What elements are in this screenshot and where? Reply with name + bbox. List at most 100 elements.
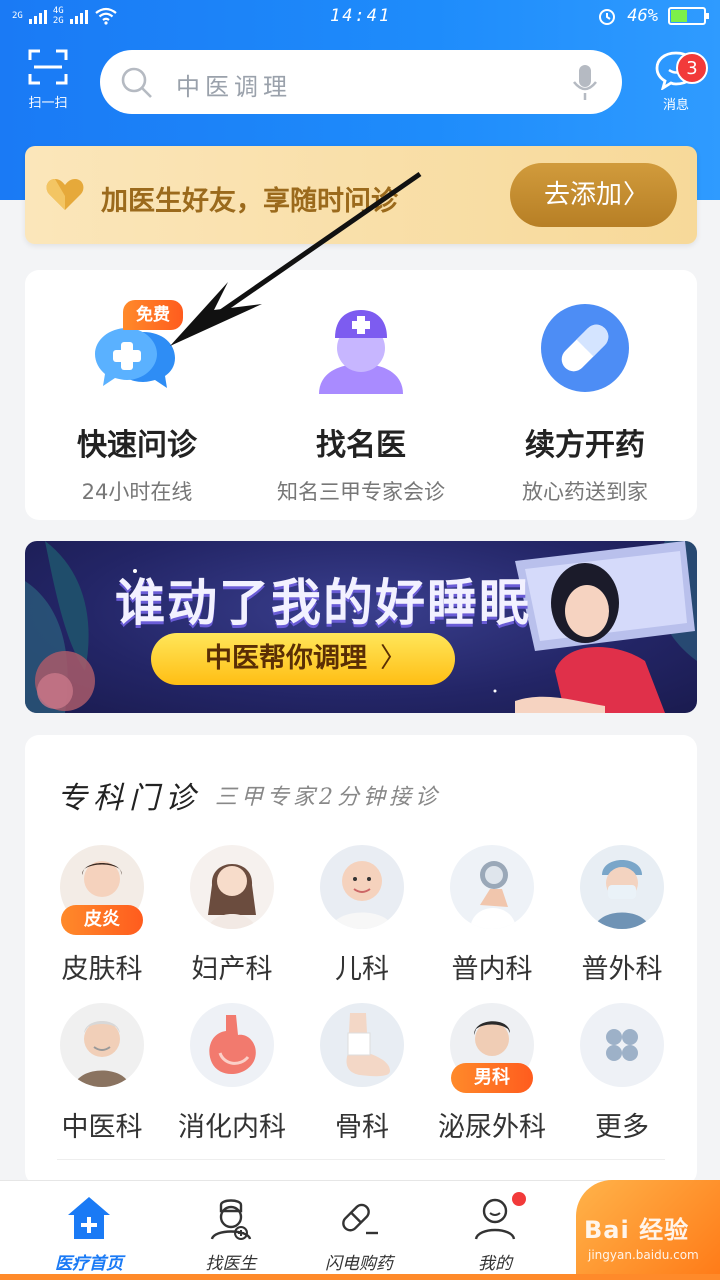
wifi-icon <box>95 7 117 25</box>
tab-find-doctor-label: 找医生 <box>205 1254 257 1274</box>
dept-urology[interactable]: 男科 泌尿外科 <box>427 1003 557 1144</box>
add-doctor-friend-banner[interactable]: 加医生好友，享随时问诊 去添加 〉 <box>25 146 697 244</box>
home-icon <box>68 1197 110 1239</box>
refill-prescription-service[interactable]: 续方开药 放心药送到家 <box>473 298 697 506</box>
stethoscope-photo-icon <box>470 861 516 929</box>
surgeon-photo-icon <box>594 860 650 929</box>
add-friend-button[interactable]: 去添加 〉 <box>510 163 677 227</box>
clinics-subtitle: 三甲专家2分钟接诊 <box>215 785 441 810</box>
promo-headline: 谁动了我的好睡眠 <box>115 574 531 632</box>
dermatitis-tag: 皮炎 <box>61 905 143 935</box>
dept-general-surgery[interactable]: 普外科 <box>557 845 687 986</box>
quick-consult-title: 快速问诊 <box>77 428 197 463</box>
pill-icon <box>541 304 629 392</box>
signal-icon <box>28 8 47 24</box>
tab-find-doctor[interactable]: 找医生 <box>176 1195 286 1274</box>
alarm-icon <box>599 9 616 25</box>
chevron-right-icon: 〉 <box>380 643 407 674</box>
battery-icon <box>668 7 709 25</box>
search-placeholder: 中医调理 <box>176 73 292 101</box>
dept-tcm[interactable]: 中医科 <box>37 1003 167 1144</box>
user-icon <box>474 1198 516 1240</box>
woman-photo-icon <box>208 864 256 929</box>
battery-percent: 46% <box>627 6 658 26</box>
tab-quick-pharmacy[interactable]: 闪电购药 <box>304 1195 414 1274</box>
elderly-doctor-photo-icon <box>74 1021 130 1087</box>
sleep-promo-banner[interactable]: 谁动了我的好睡眠 中医帮你调理 〉 <box>25 541 697 713</box>
network-type-2: 4G <box>52 6 64 16</box>
watermark-url: jingyan.baidu.com <box>588 1248 699 1262</box>
heart-icon <box>46 179 84 210</box>
dept-label: 普内科 <box>451 954 533 985</box>
bottom-accent-bar <box>0 1274 720 1280</box>
dept-orthopedics[interactable]: 骨科 <box>297 1003 427 1144</box>
dept-label: 更多 <box>595 1112 649 1143</box>
dept-obstetrics[interactable]: 妇产科 <box>167 845 297 986</box>
refill-subtitle: 放心药送到家 <box>522 480 648 504</box>
network-indicators: 2G 4G 2G <box>12 6 118 26</box>
divider <box>57 1159 665 1160</box>
dept-more[interactable]: 更多 <box>557 1003 687 1144</box>
quick-consult-service[interactable]: 免费 快速问诊 24小时在线 <box>25 298 249 506</box>
dept-gastroenterology[interactable]: 消化内科 <box>167 1003 297 1144</box>
scan-label: 扫一扫 <box>28 96 68 111</box>
tab-home[interactable]: 医疗首页 <box>34 1195 144 1274</box>
dept-internal-medicine[interactable]: 普内科 <box>427 845 557 986</box>
promo-cta-button[interactable]: 中医帮你调理 〉 <box>151 633 455 685</box>
dept-label: 皮肤科 <box>61 954 143 985</box>
dept-label: 妇产科 <box>191 954 273 985</box>
notification-dot <box>512 1192 526 1206</box>
tab-pharmacy-label: 闪电购药 <box>325 1254 393 1274</box>
stomach-icon <box>209 1015 256 1075</box>
avatar <box>60 1003 144 1087</box>
baby-photo-icon <box>330 861 394 929</box>
dept-label: 消化内科 <box>178 1112 286 1143</box>
dept-label: 骨科 <box>335 1112 389 1143</box>
capsule-icon <box>342 1203 378 1235</box>
chevron-right-icon: 〉 <box>622 180 649 210</box>
avatar <box>320 1003 404 1087</box>
specialty-clinics-card: 专科门诊 三甲专家2分钟接诊 皮炎 皮肤科 妇产科 儿科 普内科 普外科 中医科… <box>25 735 697 1185</box>
tab-profile-label: 我的 <box>478 1254 512 1274</box>
find-doctor-service[interactable]: 找名医 知名三甲专家会诊 <box>249 298 473 506</box>
avatar <box>320 845 404 929</box>
microphone-icon[interactable] <box>572 64 598 102</box>
avatar <box>190 845 274 929</box>
quick-consult-subtitle: 24小时在线 <box>81 480 193 504</box>
dept-pediatrics[interactable]: 儿科 <box>297 845 427 986</box>
search-bar[interactable]: 中医调理 <box>100 50 622 114</box>
search-icon <box>121 67 152 98</box>
dept-dermatology[interactable]: 皮炎 皮肤科 <box>37 845 167 986</box>
avatar <box>450 845 534 929</box>
doctor-icon <box>210 1199 252 1240</box>
tab-profile[interactable]: 我的 <box>440 1195 550 1274</box>
dept-label: 中医科 <box>61 1112 143 1143</box>
friend-banner-text: 加医生好友，享随时问诊 <box>101 186 398 217</box>
avatar <box>190 1003 274 1087</box>
messages-label: 消息 <box>662 98 689 113</box>
signal-icon-2 <box>69 8 88 24</box>
free-badge: 免费 <box>123 300 183 330</box>
dept-label: 泌尿外科 <box>438 1112 546 1143</box>
tab-home-label: 医疗首页 <box>55 1254 123 1274</box>
nurse-icon <box>319 310 403 394</box>
avatar <box>580 1003 664 1087</box>
find-doctor-subtitle: 知名三甲专家会诊 <box>277 480 445 504</box>
add-friend-button-label: 去添加 <box>544 180 623 210</box>
services-card: 免费 快速问诊 24小时在线 找名医 知名三甲专家会诊 续方开药 放心药送到家 <box>25 270 697 520</box>
dept-label: 普外科 <box>581 954 663 985</box>
message-count-badge: 3 <box>676 52 708 84</box>
clinics-title: 专科门诊 <box>57 781 201 816</box>
dept-label: 儿科 <box>335 954 389 985</box>
watermark-text: Bai 经验 <box>584 1216 690 1244</box>
floating-corner-button[interactable]: Bai 经验 jingyan.baidu.com <box>576 1180 720 1280</box>
scan-button[interactable]: 扫一扫 <box>20 48 76 111</box>
bandaged-foot-icon <box>346 1013 390 1077</box>
more-grid-icon <box>606 1029 638 1061</box>
avatar <box>580 845 664 929</box>
andrology-tag: 男科 <box>451 1063 533 1093</box>
find-doctor-title: 找名医 <box>316 428 406 463</box>
clock: 14:41 <box>330 6 392 26</box>
status-bar: 2G 4G 2G 14:41 46% <box>0 0 720 36</box>
network-type-1: 2G <box>12 11 23 21</box>
